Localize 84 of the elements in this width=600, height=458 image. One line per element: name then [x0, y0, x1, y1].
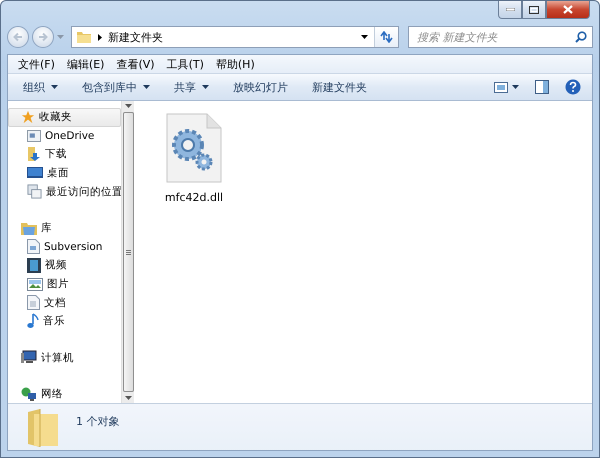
- nav-item[interactable]: OneDrive: [8, 126, 121, 146]
- nav-label: 视频: [45, 258, 67, 272]
- download-folder-icon: [27, 146, 41, 162]
- address-bar[interactable]: 新建文件夹: [71, 26, 399, 48]
- menu-item[interactable]: 帮助(H): [210, 56, 261, 72]
- search-icon: [575, 31, 587, 43]
- back-arrow-icon: [13, 32, 23, 42]
- toolbar-button[interactable]: 新建文件夹: [303, 76, 376, 98]
- nav-label: Subversion: [44, 240, 102, 253]
- maximize-icon: [529, 6, 539, 14]
- nav-group-item[interactable]: 库: [8, 218, 121, 238]
- nav-label: 文档: [44, 296, 66, 310]
- forward-arrow-icon: [38, 32, 48, 42]
- nav-group-item[interactable]: 网络: [8, 385, 121, 404]
- close-button[interactable]: [546, 1, 590, 19]
- caret-icon: [51, 85, 58, 89]
- nav-label: OneDrive: [45, 130, 94, 142]
- picture-icon: [27, 278, 43, 291]
- caret-icon: [124, 104, 132, 108]
- menu-item[interactable]: 查看(V): [110, 56, 161, 72]
- maximize-button[interactable]: [522, 1, 546, 19]
- nav-item[interactable]: 图片: [8, 274, 121, 294]
- nav-label: 下载: [45, 147, 67, 162]
- address-path: 新建文件夹: [108, 30, 164, 44]
- scrollbar[interactable]: [121, 101, 134, 403]
- menu-item[interactable]: 工具(T): [160, 56, 210, 72]
- library-icon: [21, 221, 37, 236]
- folder-icon: [76, 29, 92, 45]
- recent-places-icon: [27, 184, 42, 200]
- caret-icon: [57, 35, 64, 39]
- nav-item[interactable]: 下载: [8, 145, 121, 164]
- close-icon: [563, 5, 573, 14]
- toolbar-button[interactable]: 包含到库中: [73, 76, 159, 98]
- caret-icon: [361, 35, 368, 39]
- nav-label: 桌面: [47, 166, 69, 180]
- folder-icon: [26, 408, 60, 450]
- file-name: mfc42d.dll: [164, 191, 224, 204]
- toolbar-button[interactable]: 组织: [14, 76, 67, 98]
- minimize-icon: [506, 8, 514, 11]
- nav-label: 计算机: [41, 350, 74, 365]
- text-file-icon: [27, 295, 40, 310]
- view-icon: [494, 82, 508, 92]
- nav-label: 图片: [47, 277, 69, 292]
- nav-label: 库: [41, 221, 52, 236]
- breadcrumb-arrow-icon: [98, 34, 102, 40]
- caret-icon: [202, 85, 209, 89]
- document-icon: [27, 239, 40, 254]
- nav-item[interactable]: 最近访问的位置: [8, 182, 121, 201]
- caret-icon: [124, 396, 132, 400]
- nav-group-item[interactable]: 收藏夹: [8, 108, 121, 127]
- computer-icon: [21, 350, 37, 366]
- search-field[interactable]: 搜索 新建文件夹: [408, 26, 593, 48]
- caret-icon: [143, 85, 150, 89]
- settings-file-icon: [166, 113, 222, 183]
- nav-item[interactable]: 文档: [8, 293, 121, 312]
- toolbar-button[interactable]: 共享: [165, 76, 218, 98]
- nav-label: 网络: [41, 387, 63, 402]
- nav-item[interactable]: Subversion: [8, 238, 121, 256]
- help-icon: [565, 79, 581, 95]
- window-icon: [27, 130, 41, 142]
- nav-item[interactable]: 视频: [8, 256, 121, 275]
- menu-item[interactable]: 编辑(E): [60, 56, 110, 72]
- desktop-icon: [27, 167, 43, 180]
- grip-icon: [126, 250, 130, 254]
- music-note-icon: [27, 313, 39, 330]
- minimize-button[interactable]: [498, 1, 522, 19]
- scroll-thumb[interactable]: [122, 112, 134, 392]
- network-icon: [21, 386, 37, 402]
- nav-item[interactable]: 音乐: [8, 312, 121, 331]
- nav-label: 音乐: [43, 314, 65, 328]
- film-icon: [27, 258, 41, 273]
- caret-icon: [512, 85, 519, 89]
- file-item[interactable]: mfc42d.dll: [156, 111, 232, 206]
- refresh-button[interactable]: [374, 27, 398, 47]
- star-icon: [21, 110, 35, 124]
- preview-pane-icon: [535, 80, 549, 94]
- item-count: 1 个对象: [76, 414, 120, 429]
- menu-item[interactable]: 文件(F): [12, 56, 61, 72]
- toolbar-button[interactable]: 放映幻灯片: [224, 76, 297, 98]
- nav-label: 最近访问的位置: [46, 184, 123, 199]
- nav-item[interactable]: 桌面: [8, 164, 121, 182]
- nav-label: 收藏夹: [39, 110, 72, 124]
- nav-group-item[interactable]: 计算机: [8, 348, 121, 368]
- refresh-icon: [380, 31, 393, 43]
